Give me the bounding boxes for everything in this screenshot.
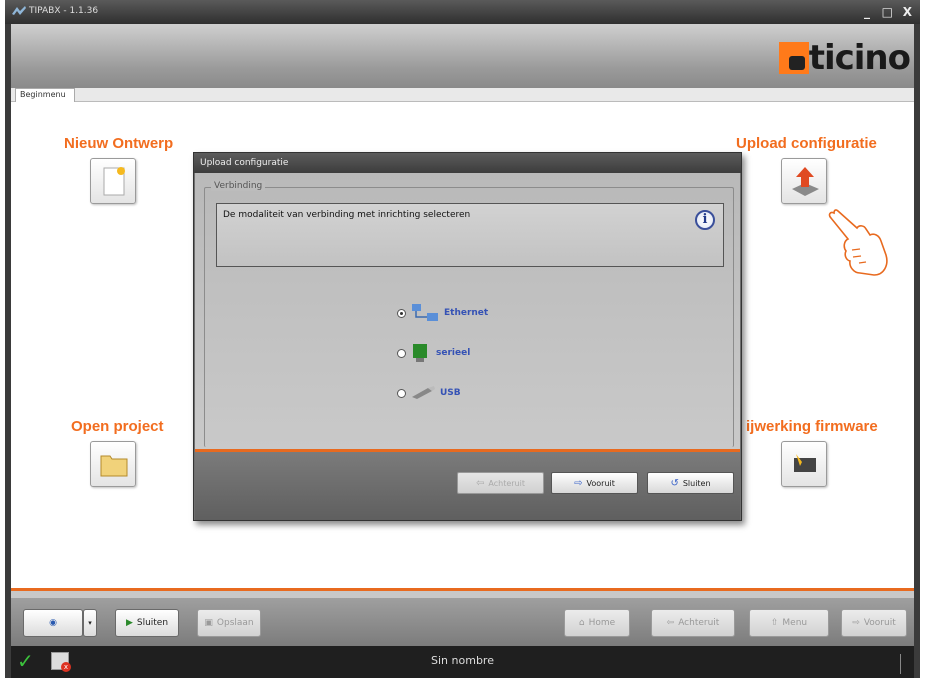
info-message: De modaliteit van verbinding met inricht… [223,210,471,220]
close-refresh-icon: ↺ [670,477,679,489]
close-button[interactable]: ▶ Sluiten [115,609,179,637]
chip-icon [794,454,816,472]
usb-icon [412,386,435,399]
info-box: De modaliteit van verbinding met inricht… [216,203,724,267]
network-icon [412,304,438,321]
home-icon: ⌂ [578,618,585,628]
exit-icon: ▶ [125,618,133,628]
firmware-title: ijwerking firmware [746,418,878,435]
dialog-body: Verbinding De modaliteit van verbinding … [195,173,740,449]
firmware-button[interactable] [781,441,827,487]
upload-config-dialog: Upload configuratie Verbinding De modali… [193,152,742,521]
header-banner: ticino [11,24,914,88]
serial-icon [413,344,427,362]
globe-icon: ◉ [49,618,57,628]
hand-pointer-icon [828,209,888,276]
usb-radio[interactable] [397,388,406,398]
menu-button[interactable]: ⇧ Menu [749,609,829,637]
window-title: TIPABX - 1.1.36 [29,6,99,16]
status-bar: ✓ x Sin nombre [11,646,914,678]
dialog-close-button[interactable]: ↺ Sluiten [647,472,734,494]
maximize-button[interactable]: □ [882,5,893,19]
bottom-toolbar: ◉ ▾ ▶ Sluiten ▣ Opslaan ⌂ Home ⇦ Achteru… [11,598,914,646]
new-project-title: Nieuw Ontwerp [64,135,174,152]
bticino-logo: ticino [778,41,911,75]
ethernet-radio[interactable] [397,308,406,318]
serial-radio[interactable] [397,348,406,358]
chevron-down-icon: ▾ [88,619,92,627]
dropdown-arrow-button[interactable]: ▾ [83,609,97,637]
option-serial[interactable]: serieel [397,342,470,364]
info-icon: i [695,210,715,230]
folder-icon [100,455,128,477]
upload-config-button[interactable] [781,158,827,204]
arrow-left-icon: ⇦ [666,618,675,628]
bottom-separator [11,588,914,598]
open-project-title: Open project [71,418,164,435]
option-usb[interactable]: USB [397,385,461,401]
save-button[interactable]: ▣ Opslaan [197,609,261,637]
logo-b-mark [778,42,809,74]
dialog-title: Upload configuratie [194,153,741,173]
language-dropdown[interactable]: ◉ [23,609,83,637]
new-project-button[interactable] [90,158,136,204]
dialog-back-button[interactable]: ⇦ Achteruit [457,472,544,494]
minimize-button[interactable]: _ [864,5,870,19]
back-button[interactable]: ⇦ Achteruit [651,609,735,637]
tab-beginmenu[interactable]: Beginmenu [15,88,75,103]
arrow-right-icon: ⇨ [852,618,860,628]
new-document-icon [103,167,125,196]
option-ethernet[interactable]: Ethernet [397,302,488,324]
home-button[interactable]: ⌂ Home [564,609,630,637]
arrow-up-icon: ⇧ [770,618,779,628]
app-icon [11,5,27,19]
open-project-button[interactable] [90,441,136,487]
resize-grip-icon[interactable] [900,654,910,674]
arrow-left-icon: ⇦ [476,477,485,489]
upload-icon [792,167,819,196]
title-bar: TIPABX - 1.1.36 _ □ X [5,0,920,24]
dialog-footer: ⇦ Achteruit ⇨ Vooruit ↺ Sluiten [195,452,740,520]
upload-config-title: Upload configuratie [736,135,877,152]
arrow-right-icon: ⇨ [574,477,583,489]
status-text: Sin nombre [431,654,494,667]
dialog-next-button[interactable]: ⇨ Vooruit [551,472,638,494]
save-icon: ▣ [204,618,213,628]
connection-group-label: Verbinding [211,181,266,191]
tab-strip: Beginmenu [11,88,914,103]
next-button[interactable]: ⇨ Vooruit [841,609,907,637]
close-window-button[interactable]: X [903,5,912,19]
